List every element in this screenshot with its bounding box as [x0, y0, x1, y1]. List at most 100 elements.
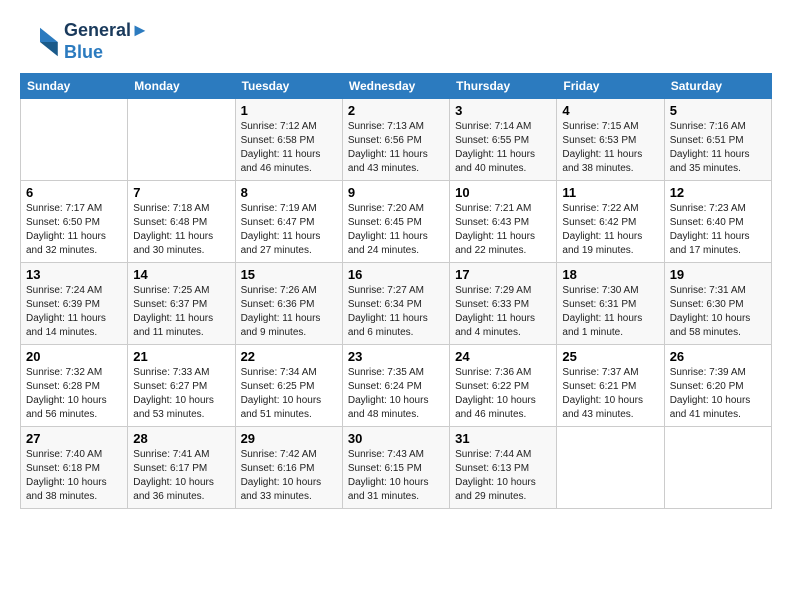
day-number: 23: [348, 349, 444, 364]
day-number: 27: [26, 431, 122, 446]
day-info: Sunrise: 7:39 AMSunset: 6:20 PMDaylight:…: [670, 366, 766, 422]
day-number: 19: [670, 267, 766, 282]
calendar-week-5: 27 Sunrise: 7:40 AMSunset: 6:18 PMDayligh…: [21, 427, 772, 509]
day-number: 15: [241, 267, 337, 282]
day-info: Sunrise: 7:16 AMSunset: 6:51 PMDaylight:…: [670, 120, 766, 176]
day-number: 21: [133, 349, 229, 364]
logo-icon: [20, 26, 60, 58]
col-wednesday: Wednesday: [342, 74, 449, 99]
day-info: Sunrise: 7:17 AMSunset: 6:50 PMDaylight:…: [26, 202, 122, 258]
calendar-week-2: 6 Sunrise: 7:17 AMSunset: 6:50 PMDaylight…: [21, 181, 772, 263]
calendar-week-1: 1 Sunrise: 7:12 AMSunset: 6:58 PMDaylight…: [21, 99, 772, 181]
day-number: 14: [133, 267, 229, 282]
day-info: Sunrise: 7:19 AMSunset: 6:47 PMDaylight:…: [241, 202, 337, 258]
calendar-cell: [664, 427, 771, 509]
day-info: Sunrise: 7:26 AMSunset: 6:36 PMDaylight:…: [241, 284, 337, 340]
day-number: 7: [133, 185, 229, 200]
day-number: 30: [348, 431, 444, 446]
day-number: 13: [26, 267, 122, 282]
day-info: Sunrise: 7:35 AMSunset: 6:24 PMDaylight:…: [348, 366, 444, 422]
day-info: Sunrise: 7:12 AMSunset: 6:58 PMDaylight:…: [241, 120, 337, 176]
calendar-cell: 28Sunrise: 7:41 AMSunset: 6:17 PMDayligh…: [128, 427, 235, 509]
calendar-cell: 9Sunrise: 7:20 AMSunset: 6:45 PMDaylight…: [342, 181, 449, 263]
day-number: 10: [455, 185, 551, 200]
calendar-cell: 15 Sunrise: 7:26 AMSunset: 6:36 PMDayligh…: [235, 263, 342, 345]
day-info: Sunrise: 7:29 AMSunset: 6:33 PMDaylight:…: [455, 284, 551, 340]
logo: General► Blue: [20, 20, 149, 63]
day-number: 28: [133, 431, 229, 446]
calendar-cell: 24 Sunrise: 7:36 AMSunset: 6:22 PMDayligh…: [450, 345, 557, 427]
day-number: 29: [241, 431, 337, 446]
day-number: 8: [241, 185, 337, 200]
header: General► Blue: [20, 20, 772, 63]
calendar-cell: [21, 99, 128, 181]
day-number: 9: [348, 185, 444, 200]
col-saturday: Saturday: [664, 74, 771, 99]
day-number: 16: [348, 267, 444, 282]
day-number: 6: [26, 185, 122, 200]
day-info: Sunrise: 7:30 AMSunset: 6:31 PMDaylight:…: [562, 284, 658, 340]
calendar-cell: [128, 99, 235, 181]
day-number: 26: [670, 349, 766, 364]
day-info: Sunrise: 7:23 AMSunset: 6:40 PMDaylight:…: [670, 202, 766, 258]
day-info: Sunrise: 7:40 AMSunset: 6:18 PMDaylight:…: [26, 448, 122, 504]
day-info: Sunrise: 7:43 AMSunset: 6:15 PMDaylight:…: [348, 448, 444, 504]
calendar-table: Sunday Monday Tuesday Wednesday Thursday…: [20, 73, 772, 509]
calendar-cell: 18 Sunrise: 7:30 AMSunset: 6:31 PMDayligh…: [557, 263, 664, 345]
calendar-cell: 26 Sunrise: 7:39 AMSunset: 6:20 PMDayligh…: [664, 345, 771, 427]
day-number: 17: [455, 267, 551, 282]
calendar-cell: 23 Sunrise: 7:35 AMSunset: 6:24 PMDayligh…: [342, 345, 449, 427]
calendar-header: Sunday Monday Tuesday Wednesday Thursday…: [21, 74, 772, 99]
day-number: 22: [241, 349, 337, 364]
calendar-cell: 3Sunrise: 7:14 AMSunset: 6:55 PMDaylight…: [450, 99, 557, 181]
calendar-cell: 11Sunrise: 7:22 AMSunset: 6:42 PMDayligh…: [557, 181, 664, 263]
header-row: Sunday Monday Tuesday Wednesday Thursday…: [21, 74, 772, 99]
day-info: Sunrise: 7:42 AMSunset: 6:16 PMDaylight:…: [241, 448, 337, 504]
logo-text: General► Blue: [64, 20, 149, 63]
col-friday: Friday: [557, 74, 664, 99]
day-number: 5: [670, 103, 766, 118]
calendar-cell: 31Sunrise: 7:44 AMSunset: 6:13 PMDayligh…: [450, 427, 557, 509]
day-info: Sunrise: 7:25 AMSunset: 6:37 PMDaylight:…: [133, 284, 229, 340]
calendar-cell: 17 Sunrise: 7:29 AMSunset: 6:33 PMDayligh…: [450, 263, 557, 345]
day-number: 24: [455, 349, 551, 364]
calendar-cell: 27 Sunrise: 7:40 AMSunset: 6:18 PMDayligh…: [21, 427, 128, 509]
calendar-cell: 22Sunrise: 7:34 AMSunset: 6:25 PMDayligh…: [235, 345, 342, 427]
calendar-week-4: 20Sunrise: 7:32 AMSunset: 6:28 PMDayligh…: [21, 345, 772, 427]
calendar-cell: 10Sunrise: 7:21 AMSunset: 6:43 PMDayligh…: [450, 181, 557, 263]
day-number: 1: [241, 103, 337, 118]
calendar-cell: 6 Sunrise: 7:17 AMSunset: 6:50 PMDaylight…: [21, 181, 128, 263]
calendar-cell: 25 Sunrise: 7:37 AMSunset: 6:21 PMDayligh…: [557, 345, 664, 427]
calendar-cell: 8 Sunrise: 7:19 AMSunset: 6:47 PMDaylight…: [235, 181, 342, 263]
day-number: 11: [562, 185, 658, 200]
calendar-cell: 19Sunrise: 7:31 AMSunset: 6:30 PMDayligh…: [664, 263, 771, 345]
day-number: 12: [670, 185, 766, 200]
day-number: 25: [562, 349, 658, 364]
day-number: 31: [455, 431, 551, 446]
calendar-cell: [557, 427, 664, 509]
calendar-cell: 4 Sunrise: 7:15 AMSunset: 6:53 PMDaylight…: [557, 99, 664, 181]
col-monday: Monday: [128, 74, 235, 99]
calendar-cell: 7Sunrise: 7:18 AMSunset: 6:48 PMDaylight…: [128, 181, 235, 263]
calendar-body: 1 Sunrise: 7:12 AMSunset: 6:58 PMDaylight…: [21, 99, 772, 509]
day-info: Sunrise: 7:14 AMSunset: 6:55 PMDaylight:…: [455, 120, 551, 176]
calendar-cell: 12 Sunrise: 7:23 AMSunset: 6:40 PMDayligh…: [664, 181, 771, 263]
col-sunday: Sunday: [21, 74, 128, 99]
calendar-cell: 21 Sunrise: 7:33 AMSunset: 6:27 PMDayligh…: [128, 345, 235, 427]
day-info: Sunrise: 7:37 AMSunset: 6:21 PMDaylight:…: [562, 366, 658, 422]
day-info: Sunrise: 7:36 AMSunset: 6:22 PMDaylight:…: [455, 366, 551, 422]
calendar-cell: 5 Sunrise: 7:16 AMSunset: 6:51 PMDaylight…: [664, 99, 771, 181]
calendar-cell: 29 Sunrise: 7:42 AMSunset: 6:16 PMDayligh…: [235, 427, 342, 509]
day-number: 4: [562, 103, 658, 118]
calendar-cell: 16Sunrise: 7:27 AMSunset: 6:34 PMDayligh…: [342, 263, 449, 345]
col-tuesday: Tuesday: [235, 74, 342, 99]
calendar-cell: 2Sunrise: 7:13 AMSunset: 6:56 PMDaylight…: [342, 99, 449, 181]
day-number: 2: [348, 103, 444, 118]
day-number: 18: [562, 267, 658, 282]
day-info: Sunrise: 7:24 AMSunset: 6:39 PMDaylight:…: [26, 284, 122, 340]
day-info: Sunrise: 7:15 AMSunset: 6:53 PMDaylight:…: [562, 120, 658, 176]
day-info: Sunrise: 7:32 AMSunset: 6:28 PMDaylight:…: [26, 366, 122, 422]
day-info: Sunrise: 7:33 AMSunset: 6:27 PMDaylight:…: [133, 366, 229, 422]
calendar-cell: 13 Sunrise: 7:24 AMSunset: 6:39 PMDayligh…: [21, 263, 128, 345]
col-thursday: Thursday: [450, 74, 557, 99]
